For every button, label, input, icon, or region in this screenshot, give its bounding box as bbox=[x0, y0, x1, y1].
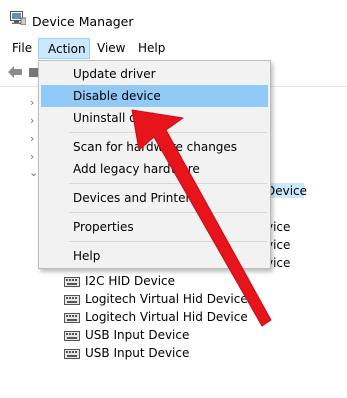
annotation-arrow bbox=[131, 109, 272, 327]
